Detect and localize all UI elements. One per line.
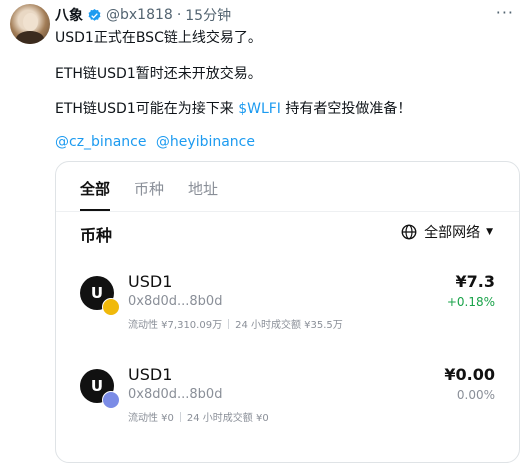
card-tabs: 全部 币种 地址 — [80, 178, 218, 211]
token-name: USD1 — [128, 272, 173, 291]
tabs-divider — [56, 211, 519, 212]
mentions: @cz_binance @heyibinance — [55, 134, 260, 150]
token-liquidity: 流动性 ¥0 — [128, 413, 174, 424]
token-volume: 24 小时成交额 ¥35.5万 — [235, 320, 343, 331]
token-volume: 24 小时成交额 ¥0 — [186, 413, 269, 424]
tab-addresses[interactable]: 地址 — [188, 178, 218, 211]
token-change: +0.18% — [446, 295, 495, 309]
avatar-face — [23, 13, 38, 31]
author-name[interactable]: 八象 — [55, 5, 83, 25]
search-results-card: 全部 币种 地址 币种 全部网络 ▼ U USD1 0x8d0d...8b0d … — [55, 161, 520, 463]
network-filter-dropdown[interactable]: 全部网络 ▼ — [400, 222, 493, 242]
author-handle[interactable]: @bx1818 — [106, 7, 173, 23]
caret-down-icon: ▼ — [486, 227, 493, 237]
eth-chain-icon — [102, 391, 120, 409]
header-separator: · — [176, 7, 182, 23]
token-address: 0x8d0d...8b0d — [128, 294, 223, 309]
section-title: 币种 — [80, 226, 113, 245]
avatar[interactable] — [10, 4, 50, 44]
tab-all[interactable]: 全部 — [80, 178, 111, 211]
mention-link[interactable]: @cz_binance — [55, 134, 146, 150]
more-options-icon[interactable]: ··· — [496, 3, 514, 22]
token-price: ¥7.3 — [455, 272, 495, 291]
tweet-line-2: ETH链USD1暂时还未开放交易。 — [55, 66, 262, 82]
globe-icon — [401, 224, 417, 240]
tweet-line-1: USD1正式在BSC链上线交易了。 — [55, 30, 262, 46]
tweet-line-3-suffix: 持有者空投做准备！ — [280, 101, 412, 117]
token-stats: 流动性 ¥0 24 小时成交额 ¥0 — [128, 409, 269, 424]
tweet-time[interactable]: 15分钟 — [185, 5, 231, 25]
network-filter-label: 全部网络 — [424, 225, 481, 241]
bsc-chain-icon — [102, 298, 120, 316]
token-row[interactable]: U USD1 0x8d0d...8b0d 流动性 ¥7,310.09万 24 小时… — [80, 272, 495, 342]
token-name: USD1 — [128, 365, 173, 384]
tab-tokens[interactable]: 币种 — [134, 178, 164, 211]
token-price: ¥0.00 — [444, 365, 495, 384]
cashtag-link[interactable]: $WLFI — [238, 101, 281, 117]
avatar-body — [16, 31, 44, 44]
token-row[interactable]: U USD1 0x8d0d...8b0d 流动性 ¥0 24 小时成交额 ¥0 ¥… — [80, 365, 495, 435]
token-address: 0x8d0d...8b0d — [128, 387, 223, 402]
token-change: 0.00% — [456, 388, 495, 402]
tweet-line-3: ETH链USD1可能在为接下来 $WLFI 持有者空投做准备！ — [55, 98, 411, 118]
verified-badge-icon — [88, 8, 101, 21]
mention-link[interactable]: @heyibinance — [156, 134, 255, 150]
stats-divider — [179, 412, 181, 422]
token-stats: 流动性 ¥7,310.09万 24 小时成交额 ¥35.5万 — [128, 316, 343, 331]
tweet-header: 八象 @bx1818 · 15分钟 — [55, 5, 231, 25]
token-liquidity: 流动性 ¥7,310.09万 — [128, 320, 223, 331]
tweet-line-3-prefix: ETH链USD1可能在为接下来 — [55, 101, 239, 117]
stats-divider — [228, 319, 230, 329]
